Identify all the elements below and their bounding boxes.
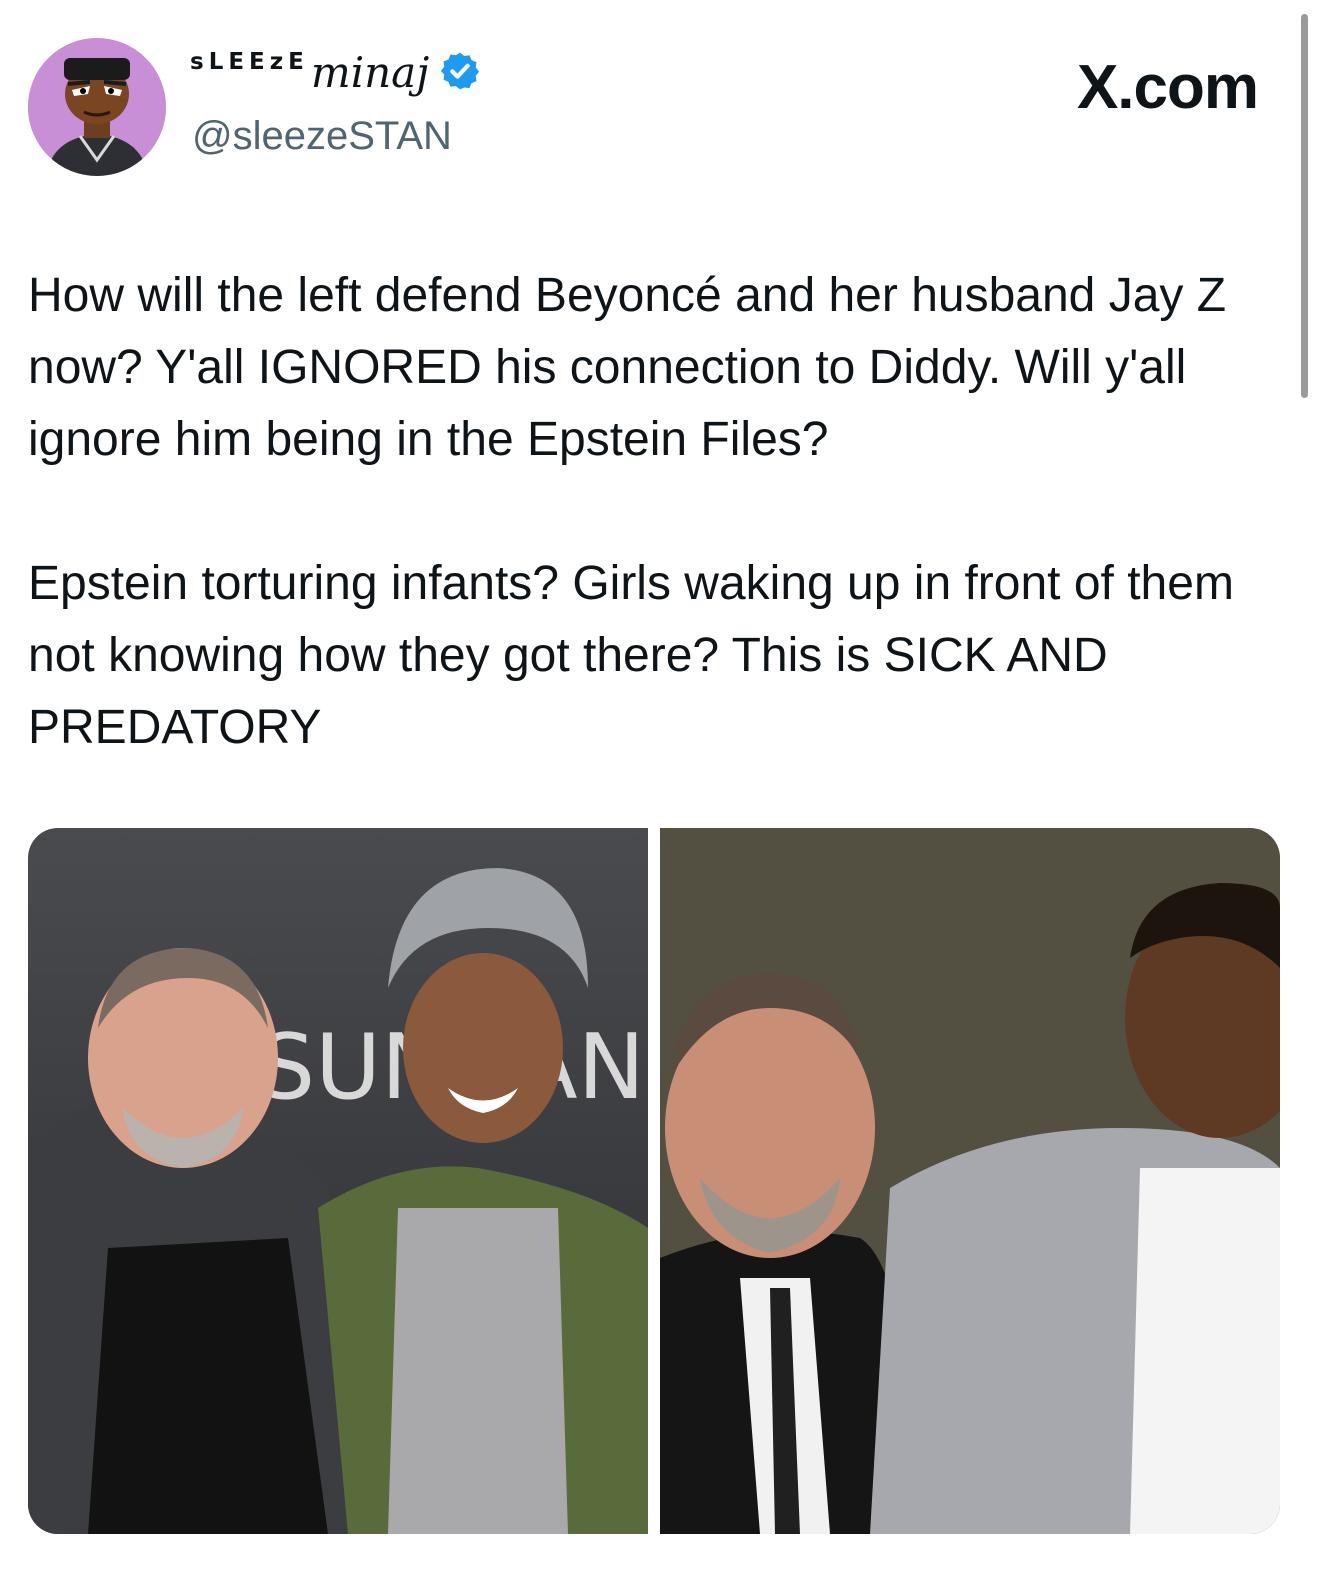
display-name-caps[interactable]: sLEEzE <box>190 51 309 74</box>
photo-red-carpet-image: SUNDANCE FILM FESTIVAL <box>28 828 648 1534</box>
tweet-paragraph-2: Epstein torturing infants? Girls waking … <box>28 557 1234 754</box>
user-handle[interactable]: @sleezeSTAN <box>192 114 452 159</box>
verified-badge-icon <box>441 52 480 90</box>
tweet-photo-2[interactable] <box>660 828 1280 1534</box>
site-watermark: X.com <box>1076 53 1259 122</box>
tweet-photo-1[interactable]: SUNDANCE FILM FESTIVAL <box>28 828 648 1534</box>
avatar[interactable] <box>28 38 166 176</box>
photo-event-image <box>660 828 1280 1534</box>
media-grid: SUNDANCE FILM FESTIVAL <box>28 828 1280 1534</box>
tweet-paragraph-1: How will the left defend Beyoncé and her… <box>28 269 1227 466</box>
display-name[interactable]: sLEEzE minaj <box>190 50 481 98</box>
cartoon-avatar-icon <box>28 38 166 176</box>
scrollbar[interactable] <box>1301 14 1308 398</box>
tweet-text: How will the left defend Beyoncé and her… <box>28 260 1268 764</box>
display-name-script[interactable]: minaj <box>311 52 429 94</box>
